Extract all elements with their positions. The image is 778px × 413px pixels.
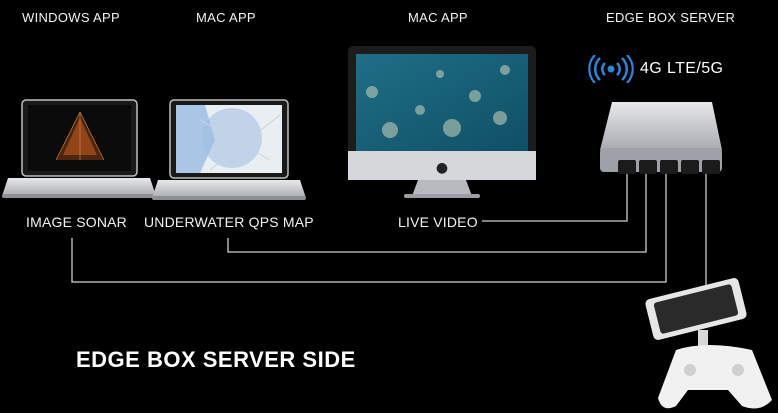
mac-laptop (152, 99, 306, 200)
live-video-connection (482, 174, 628, 222)
ethernet-ports (618, 160, 720, 174)
apple-logo-icon: ● (436, 160, 448, 176)
imac-monitor: ● (348, 46, 536, 198)
edge-box-device (600, 102, 722, 174)
live-video-label: LIVE VIDEO (398, 214, 478, 230)
image-sonar-label: IMAGE SONAR (26, 214, 127, 230)
page-title: EDGE BOX SERVER SIDE (76, 347, 356, 372)
remote-controller (645, 278, 772, 409)
windows-laptop (2, 99, 156, 198)
underwater-map-label: UNDERWATER QPS MAP (144, 214, 314, 230)
